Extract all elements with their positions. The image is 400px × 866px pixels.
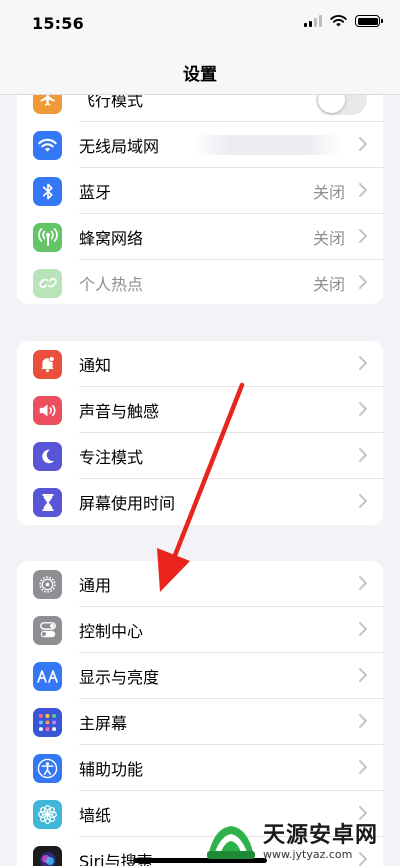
- settings-row-wifi[interactable]: 无线局域网: [17, 122, 383, 168]
- settings-row-label: Siri与搜索: [79, 852, 153, 866]
- settings-row-label: 蜂窝网络: [79, 229, 144, 248]
- settings-row-general[interactable]: 通用: [17, 561, 383, 607]
- chevron-right-icon: [359, 806, 367, 820]
- chevron-right-icon: [359, 448, 367, 462]
- settings-row-sounds-haptics[interactable]: 声音与触感: [17, 387, 383, 433]
- wifi-status-icon: [330, 15, 347, 27]
- cellular-icon: [33, 222, 62, 252]
- chevron-right-icon: [359, 183, 367, 197]
- chevron-right-icon: [359, 229, 367, 243]
- settings-group-connectivity: 飞行模式 无线局域网 蓝牙 关闭 蜂窝网络 关闭 个人热点 关闭: [17, 76, 383, 304]
- siri-icon: [33, 845, 62, 866]
- watermark-title: 天源安卓网: [263, 823, 379, 848]
- settings-row-accessibility[interactable]: 辅助功能: [17, 745, 383, 791]
- chevron-right-icon: [359, 137, 367, 151]
- chevron-right-icon: [359, 668, 367, 682]
- hourglass-icon: [33, 487, 62, 517]
- status-time: 15:56: [32, 14, 84, 33]
- hotspot-icon: [33, 268, 62, 298]
- settings-row-value: 关闭: [312, 229, 345, 248]
- cellular-signal-icon: [304, 15, 322, 27]
- settings-row-control-center[interactable]: 控制中心: [17, 607, 383, 653]
- chevron-right-icon: [359, 714, 367, 728]
- settings-row-label: 控制中心: [79, 622, 144, 641]
- chevron-right-icon: [359, 576, 367, 590]
- settings-row-value: 关闭: [312, 183, 345, 202]
- settings-row-home-screen[interactable]: 主屏幕: [17, 699, 383, 745]
- chevron-right-icon: [359, 622, 367, 636]
- settings-row-display-brightness[interactable]: 显示与亮度: [17, 653, 383, 699]
- battery-icon: [355, 15, 383, 27]
- settings-group-notifications: 通知 声音与触感 专注模式 屏幕使用时间: [17, 341, 383, 525]
- settings-row-screen-time[interactable]: 屏幕使用时间: [17, 479, 383, 525]
- watermark-logo: [207, 826, 255, 859]
- chevron-right-icon: [359, 275, 367, 289]
- toggles-icon: [33, 615, 62, 645]
- settings-row-bluetooth[interactable]: 蓝牙 关闭: [17, 168, 383, 214]
- settings-row-label: 屏幕使用时间: [79, 494, 176, 513]
- settings-group-general: 通用 控制中心 显示与亮度 主屏幕 辅助功能 墙纸 Siri与搜索: [17, 561, 383, 866]
- settings-row-focus[interactable]: 专注模式: [17, 433, 383, 479]
- blurred-network-name: [193, 135, 343, 155]
- settings-row-label: 主屏幕: [79, 714, 128, 733]
- settings-row-label: 通用: [79, 576, 112, 595]
- chevron-right-icon: [359, 356, 367, 370]
- flower-icon: [33, 799, 62, 829]
- settings-row-label: 蓝牙: [79, 183, 112, 202]
- settings-row-personal-hotspot[interactable]: 个人热点 关闭: [17, 260, 383, 304]
- navigation-bar: 设置: [0, 50, 400, 95]
- moon-icon: [33, 441, 62, 471]
- sound-icon: [33, 395, 62, 425]
- settings-row-label: 声音与触感: [79, 402, 160, 421]
- settings-row-label: 显示与亮度: [79, 668, 160, 687]
- accessibility-icon: [33, 753, 62, 783]
- watermark: 天源安卓网 www.jytyaz.com: [205, 822, 378, 862]
- status-icons: [304, 15, 383, 27]
- chevron-right-icon: [359, 402, 367, 416]
- settings-row-label: 通知: [79, 356, 112, 375]
- settings-row-cellular[interactable]: 蜂窝网络 关闭: [17, 214, 383, 260]
- settings-row-label: 个人热点: [79, 275, 144, 294]
- text-size-icon: [33, 661, 62, 691]
- settings-row-label: 墙纸: [79, 806, 112, 825]
- notifications-icon: [33, 349, 62, 379]
- bluetooth-icon: [33, 176, 62, 206]
- settings-row-label: 辅助功能: [79, 760, 144, 779]
- settings-row-value: 关闭: [312, 275, 345, 294]
- watermark-url: www.jytyaz.com: [263, 848, 353, 861]
- status-bar: 15:56: [0, 0, 400, 50]
- gear-icon: [33, 569, 62, 599]
- chevron-right-icon: [359, 494, 367, 508]
- chevron-right-icon: [359, 760, 367, 774]
- settings-row-label: 专注模式: [79, 448, 144, 467]
- settings-row-label: 无线局域网: [79, 137, 160, 156]
- home-grid-icon: [33, 707, 62, 737]
- wifi-icon: [33, 130, 62, 160]
- page-title: 设置: [183, 64, 217, 85]
- settings-row-notifications[interactable]: 通知: [17, 341, 383, 387]
